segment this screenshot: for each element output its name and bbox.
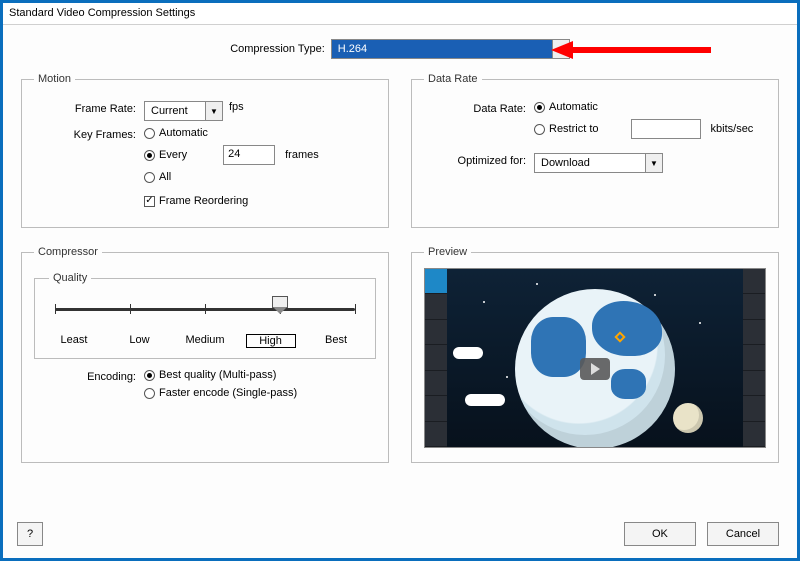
preview-video[interactable] [424, 268, 766, 448]
encoding-best-label: Best quality (Multi-pass) [159, 369, 276, 381]
app-icon[interactable] [425, 269, 447, 294]
ok-button[interactable]: OK [624, 522, 696, 546]
keyframes-every-label: Every [159, 149, 187, 161]
chevron-down-icon: ▼ [205, 102, 222, 120]
preview-left-toolbar [425, 269, 447, 447]
radio-icon [144, 370, 155, 381]
data-rate-label: Data Rate: [424, 101, 534, 115]
chevron-down-icon: ▼ [645, 154, 662, 172]
quality-legend: Quality [49, 272, 91, 284]
preview-legend: Preview [424, 246, 471, 258]
key-frames-label: Key Frames: [34, 127, 144, 141]
data-rate-automatic-radio[interactable]: Automatic [534, 101, 753, 113]
radio-icon [534, 124, 545, 135]
slider-thumb[interactable] [272, 296, 288, 308]
encoding-best-radio[interactable]: Best quality (Multi-pass) [144, 369, 297, 381]
radio-icon [144, 128, 155, 139]
data-rate-restrict-label: Restrict to [549, 123, 599, 135]
chevron-down-icon: ▼ [552, 40, 569, 58]
motion-group: Motion Frame Rate: Current ▼ fps Key Fra… [21, 73, 389, 228]
encoding-label: Encoding: [34, 369, 144, 383]
quality-tick-high: High [246, 334, 296, 348]
radio-icon [144, 172, 155, 183]
window-title: Standard Video Compression Settings [9, 7, 195, 19]
encoding-faster-radio[interactable]: Faster encode (Single-pass) [144, 387, 297, 399]
data-rate-restrict-suffix: kbits/sec [711, 123, 754, 135]
slider-tick [130, 304, 131, 314]
frame-rate-suffix: fps [229, 101, 244, 113]
ok-label: OK [652, 528, 668, 540]
radio-icon [534, 102, 545, 113]
slider-tick [355, 304, 356, 314]
radio-icon [144, 150, 155, 161]
keyframes-automatic-label: Automatic [159, 127, 208, 139]
help-button[interactable]: ? [17, 522, 43, 546]
compression-type-label: Compression Type: [230, 43, 325, 55]
encoding-faster-label: Faster encode (Single-pass) [159, 387, 297, 399]
checkbox-icon [144, 196, 155, 207]
optimized-for-value: Download [535, 155, 645, 171]
cancel-button[interactable]: Cancel [707, 522, 779, 546]
keyframes-every-input[interactable]: 24 [223, 145, 275, 165]
radio-icon [144, 388, 155, 399]
preview-stage [447, 269, 743, 447]
keyframes-automatic-radio[interactable]: Automatic [144, 127, 319, 139]
frame-reordering-label: Frame Reordering [159, 195, 248, 207]
compression-type-value: H.264 [332, 40, 552, 58]
help-label: ? [27, 528, 33, 540]
quality-group: Quality Least Low Medium Hig [34, 272, 376, 359]
play-button[interactable] [580, 358, 610, 380]
keyframes-all-label: All [159, 171, 171, 183]
quality-tick-least: Least [49, 334, 99, 348]
annotation-arrow-icon [551, 35, 721, 65]
data-rate-restrict-input[interactable] [631, 119, 701, 139]
cancel-label: Cancel [726, 528, 760, 540]
optimized-for-dropdown[interactable]: Download ▼ [534, 153, 663, 173]
motion-legend: Motion [34, 73, 75, 85]
quality-tick-medium: Medium [180, 334, 230, 348]
keyframes-all-radio[interactable]: All [144, 171, 319, 183]
frame-rate-value: Current [145, 103, 205, 119]
compression-type-dropdown[interactable]: H.264 ▼ [331, 39, 570, 59]
title-bar: Standard Video Compression Settings [3, 3, 797, 25]
data-rate-automatic-label: Automatic [549, 101, 598, 113]
dialog-window: Standard Video Compression Settings Comp… [0, 0, 800, 561]
preview-right-toolbar [743, 269, 765, 447]
slider-tick [55, 304, 56, 314]
compressor-group: Compressor Quality Least Low [21, 246, 389, 463]
keyframes-every-suffix: frames [285, 149, 319, 161]
moon-icon [673, 403, 703, 433]
data-rate-group: Data Rate Data Rate: Automatic Restrict … [411, 73, 779, 228]
preview-group: Preview [411, 246, 779, 463]
data-rate-restrict-radio[interactable]: Restrict to kbits/sec [534, 119, 753, 139]
keyframes-every-radio[interactable]: Every 24 frames [144, 145, 319, 165]
compressor-legend: Compressor [34, 246, 102, 258]
quality-slider[interactable] [55, 304, 355, 332]
frame-rate-label: Frame Rate: [34, 101, 144, 115]
optimized-for-label: Optimized for: [424, 153, 534, 167]
data-rate-legend: Data Rate [424, 73, 482, 85]
frame-rate-dropdown[interactable]: Current ▼ [144, 101, 223, 121]
slider-tick [205, 304, 206, 314]
quality-tick-best: Best [311, 334, 361, 348]
frame-reordering-checkbox[interactable]: Frame Reordering [144, 195, 319, 207]
quality-tick-low: Low [115, 334, 165, 348]
